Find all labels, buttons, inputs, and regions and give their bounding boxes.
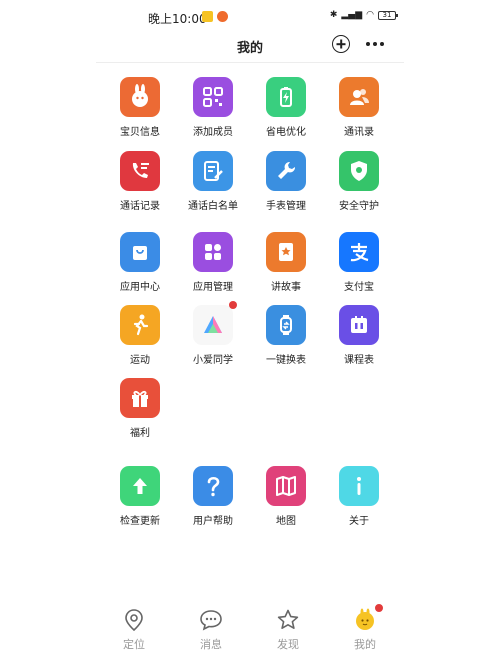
notification-dot: [375, 604, 383, 612]
tile-app-management[interactable]: 应用管理: [176, 232, 250, 293]
tile-user-help[interactable]: 用户帮助: [176, 466, 250, 527]
tile-label: 课程表: [344, 355, 374, 366]
tile-label: 通话记录: [120, 201, 160, 212]
notification-dot: [229, 301, 237, 309]
location-pin-icon: [122, 608, 146, 632]
tile-app-center[interactable]: 应用中心: [103, 232, 177, 293]
tab-location[interactable]: 定位: [96, 608, 172, 652]
profile-avatar-icon: [353, 604, 383, 632]
tile-add-member[interactable]: 添加成员: [176, 77, 250, 138]
question-icon: [193, 466, 233, 506]
wifi-icon: ◠: [366, 10, 374, 20]
page-header: 我的: [96, 30, 404, 60]
tile-map[interactable]: 地图: [249, 466, 323, 527]
tile-about[interactable]: 关于: [322, 466, 396, 527]
arrow-up-icon: [120, 466, 160, 506]
tile-label: 通讯录: [344, 127, 374, 138]
tile-baby-info[interactable]: 宝贝信息: [103, 77, 177, 138]
qr-code-icon: [193, 77, 233, 117]
shield-icon: [339, 151, 379, 191]
tile-call-log[interactable]: 通话记录: [103, 151, 177, 212]
tab-label: 发现: [277, 638, 299, 651]
tile-label: 宝贝信息: [120, 127, 160, 138]
tab-mine[interactable]: 我的: [327, 604, 403, 652]
tile-check-update[interactable]: 检查更新: [103, 466, 177, 527]
tile-power-saving[interactable]: 省电优化: [249, 77, 323, 138]
tile-contacts[interactable]: 通讯录: [322, 77, 396, 138]
tile-storytelling[interactable]: 讲故事: [249, 232, 323, 293]
tile-label: 运动: [130, 355, 150, 366]
divider: [96, 62, 404, 63]
tile-safety-guard[interactable]: 安全守护: [322, 151, 396, 212]
status-time: 晚上10:00: [148, 12, 207, 26]
watch-swap-icon: [266, 305, 306, 345]
bluetooth-icon: ✱: [329, 10, 338, 20]
tile-label: 关于: [349, 516, 369, 527]
tile-welfare[interactable]: 福利: [103, 378, 177, 439]
tile-label: 支付宝: [344, 282, 374, 293]
tab-label: 消息: [200, 638, 222, 651]
gift-icon: [120, 378, 160, 418]
tab-label: 定位: [123, 638, 145, 651]
tile-label: 用户帮助: [193, 516, 233, 527]
app-grid-icon: [193, 232, 233, 272]
tile-label: 应用管理: [193, 282, 233, 293]
tile-label: 省电优化: [266, 127, 306, 138]
rabbit-icon: [120, 77, 160, 117]
bottom-tab-bar: 定位 消息 发现 我的: [96, 604, 404, 656]
tile-label: 安全守护: [339, 201, 379, 212]
more-icon[interactable]: [366, 42, 384, 46]
tab-label: 我的: [354, 638, 376, 651]
status-indicators: ✱ ▂▄▆ ◠ 31: [329, 10, 398, 20]
tile-label: 地图: [276, 516, 296, 527]
tile-label: 通话白名单: [188, 201, 238, 212]
info-icon: [339, 466, 379, 506]
tile-one-key-switch-watch[interactable]: 一键换表: [249, 305, 323, 366]
tile-label: 手表管理: [266, 201, 306, 212]
whitelist-icon: [193, 151, 233, 191]
shopping-bag-icon: [120, 232, 160, 272]
tile-timetable[interactable]: 课程表: [322, 305, 396, 366]
tile-label: 添加成员: [193, 127, 233, 138]
xiaoai-icon: [193, 301, 237, 345]
star-icon: [276, 608, 300, 632]
tile-label: 福利: [130, 428, 150, 439]
timetable-icon: [339, 305, 379, 345]
status-bar: 晚上10:00 ✱ ▂▄▆ ◠ 31: [0, 0, 500, 34]
page-title: 我的: [236, 41, 263, 56]
tile-label: 讲故事: [271, 282, 301, 293]
battery-saver-icon: [266, 77, 306, 117]
tile-sports[interactable]: 运动: [103, 305, 177, 366]
storybook-icon: [266, 232, 306, 272]
notification-icon: [217, 11, 228, 22]
contacts-icon: [339, 77, 379, 117]
tile-label: 小爱同学: [193, 355, 233, 366]
alipay-icon: [339, 232, 379, 272]
tile-watch-management[interactable]: 手表管理: [249, 151, 323, 212]
notification-icon: [202, 11, 213, 22]
tile-xiaoai[interactable]: 小爱同学: [176, 301, 250, 366]
map-icon: [266, 466, 306, 506]
call-log-icon: [120, 151, 160, 191]
battery-icon: 31: [378, 10, 398, 20]
tab-discover[interactable]: 发现: [250, 608, 326, 652]
signal-icon: ▂▄▆: [341, 10, 363, 20]
wrench-icon: [266, 151, 306, 191]
running-icon: [120, 305, 160, 345]
tile-call-whitelist[interactable]: 通话白名单: [176, 151, 250, 212]
tile-label: 一键换表: [266, 355, 306, 366]
tile-alipay[interactable]: 支付宝: [322, 232, 396, 293]
tile-label: 应用中心: [120, 282, 160, 293]
tab-messages[interactable]: 消息: [173, 608, 249, 652]
message-icon: [199, 608, 223, 632]
tile-label: 检查更新: [120, 516, 160, 527]
add-icon[interactable]: [332, 35, 350, 53]
